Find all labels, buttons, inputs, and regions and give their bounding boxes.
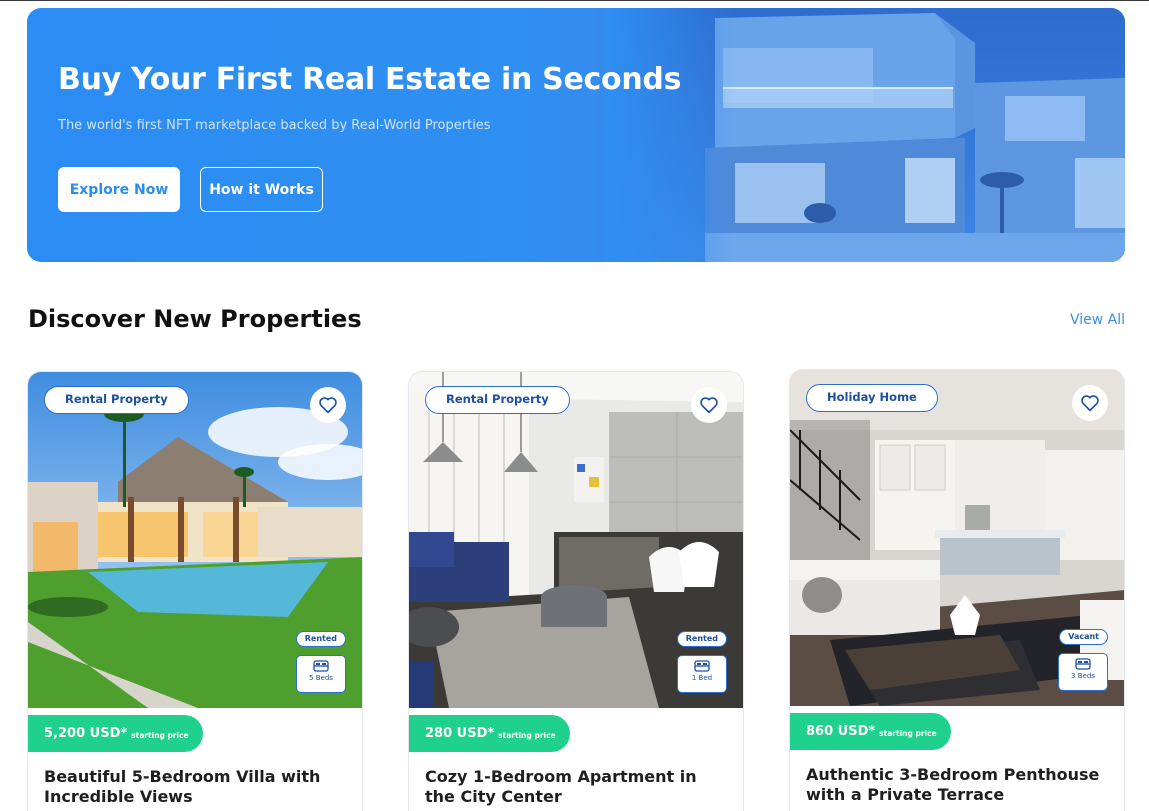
view-all-link[interactable]: View All bbox=[1070, 312, 1125, 328]
heart-icon bbox=[319, 397, 337, 414]
property-type-tag: Rental Property bbox=[44, 386, 189, 414]
favorite-button[interactable] bbox=[1072, 385, 1108, 421]
property-card-penthouse[interactable]: Holiday Home Vacant 3 Beds 860 USD* star… bbox=[789, 369, 1125, 811]
price-badge: 5,200 USD* starting price bbox=[28, 715, 203, 752]
price-caption: starting price bbox=[879, 728, 937, 738]
property-type-tag: Holiday Home bbox=[806, 384, 938, 412]
top-divider bbox=[0, 0, 1149, 1]
explore-now-button[interactable]: Explore Now bbox=[58, 167, 180, 212]
status-badge: Vacant bbox=[1059, 629, 1108, 645]
how-it-works-button[interactable]: How it Works bbox=[200, 167, 323, 212]
property-title[interactable]: Authentic 3-Bedroom Penthouse with a Pri… bbox=[806, 765, 1106, 805]
property-title[interactable]: Cozy 1-Bedroom Apartment in the City Cen… bbox=[425, 767, 725, 807]
beds-label: 1 Bed bbox=[691, 674, 713, 682]
status-badge: Rented bbox=[295, 631, 346, 647]
hero-subtitle: The world's first NFT marketplace backed… bbox=[58, 118, 491, 133]
price-caption: starting price bbox=[498, 730, 556, 740]
beds-badge: 3 Beds bbox=[1058, 653, 1108, 691]
hero-title: Buy Your First Real Estate in Seconds bbox=[58, 62, 682, 97]
beds-label: 3 Beds bbox=[1071, 672, 1095, 680]
property-card-apartment[interactable]: Rental Property Rented 1 Bed 280 USD* st… bbox=[408, 371, 744, 811]
price-value: 860 USD* bbox=[806, 724, 876, 739]
beds-badge: 1 Bed bbox=[677, 655, 727, 693]
hero-house-image bbox=[605, 8, 1125, 262]
heart-icon bbox=[1081, 395, 1099, 412]
hero-banner: Buy Your First Real Estate in Seconds Th… bbox=[27, 8, 1125, 262]
heart-icon bbox=[700, 397, 718, 414]
favorite-button[interactable] bbox=[310, 387, 346, 423]
price-badge: 280 USD* starting price bbox=[409, 715, 570, 752]
price-badge: 860 USD* starting price bbox=[790, 713, 951, 750]
beds-label: 5 Beds bbox=[309, 674, 333, 682]
status-badge: Rented bbox=[676, 631, 727, 647]
bed-icon bbox=[313, 660, 329, 672]
bed-icon bbox=[694, 660, 710, 672]
price-value: 5,200 USD* bbox=[44, 726, 128, 741]
price-caption: starting price bbox=[131, 730, 189, 740]
property-title[interactable]: Beautiful 5-Bedroom Villa with Incredibl… bbox=[44, 767, 344, 807]
favorite-button[interactable] bbox=[691, 387, 727, 423]
section-title: Discover New Properties bbox=[28, 305, 362, 333]
price-value: 280 USD* bbox=[425, 726, 495, 741]
bed-icon bbox=[1075, 658, 1091, 670]
property-type-tag: Rental Property bbox=[425, 386, 570, 414]
beds-badge: 5 Beds bbox=[296, 655, 346, 693]
property-card-villa[interactable]: Rental Property Rented 5 Beds 5,200 USD*… bbox=[27, 371, 363, 811]
